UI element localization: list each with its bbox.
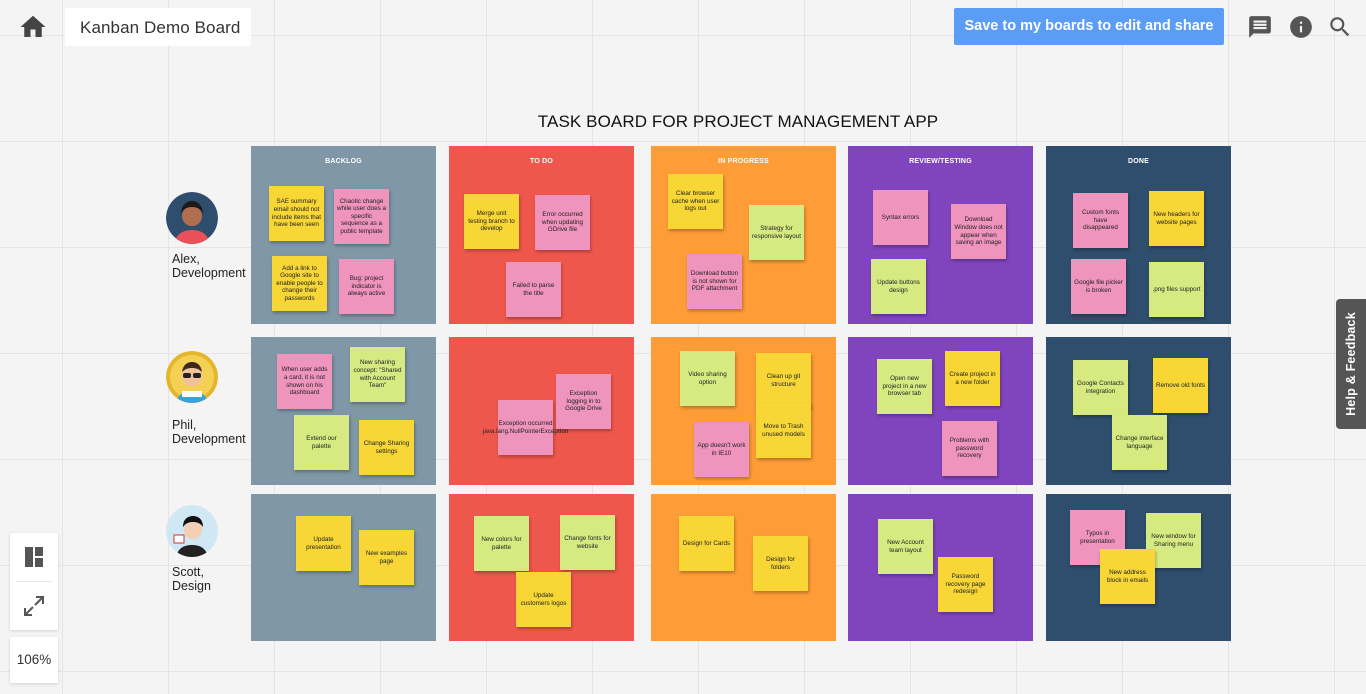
sticky-note[interactable]: Update buttons design bbox=[871, 259, 926, 314]
column-header: IN PROGRESS bbox=[718, 158, 769, 165]
sticky-note[interactable]: Update presentation bbox=[296, 516, 351, 571]
row-role: Development bbox=[172, 432, 246, 446]
sticky-note[interactable]: When user adds a card, it is not shown o… bbox=[277, 354, 332, 409]
sticky-note[interactable]: Error occurred when updating GDrive file bbox=[535, 195, 590, 250]
sticky-note[interactable]: App doesn't work in IE10 bbox=[694, 422, 749, 477]
sticky-note[interactable]: Problems with password recovery bbox=[942, 421, 997, 476]
sticky-note[interactable]: Clean up git structure bbox=[756, 353, 811, 408]
sticky-note[interactable]: New Account team layout bbox=[878, 519, 933, 574]
help-feedback-tab[interactable]: Help & Feedback bbox=[1336, 299, 1366, 429]
info-button[interactable] bbox=[1288, 14, 1314, 40]
board-name-field[interactable]: Kanban Demo Board bbox=[65, 8, 251, 46]
layout-button[interactable] bbox=[10, 533, 58, 581]
board-heading: TASK BOARD FOR PROJECT MANAGEMENT APP bbox=[537, 112, 939, 131]
sticky-note[interactable]: Clear browser cache when user logs out bbox=[668, 174, 723, 229]
cell-to-do-row-2: New colors for palette Change fonts for w… bbox=[449, 494, 634, 641]
sticky-note[interactable]: New sharing concept: "Shared with Accoun… bbox=[350, 347, 405, 402]
sticky-note[interactable]: Move to Trash unused models bbox=[756, 403, 811, 458]
cell-done-row-2: Typos in presentation New window for Shar… bbox=[1046, 494, 1231, 641]
sticky-note[interactable]: Syntax errors bbox=[873, 190, 928, 245]
sticky-note[interactable]: Extend our palette bbox=[294, 415, 349, 470]
sticky-note[interactable]: Video sharing option bbox=[680, 351, 735, 406]
cell-backlog-row-1: When user adds a card, it is not shown o… bbox=[251, 337, 436, 485]
sticky-note[interactable]: Change fonts for website bbox=[560, 515, 615, 570]
cell-backlog-row-0: BACKLOG SAE summary email should not incl… bbox=[251, 146, 436, 324]
sticky-note[interactable]: SAE summary email should not include ite… bbox=[269, 186, 324, 241]
sticky-note[interactable]: New colors for palette bbox=[474, 516, 529, 571]
comment-icon bbox=[1249, 16, 1271, 38]
row-name: Alex, bbox=[172, 252, 200, 266]
cell-to-do-row-0: TO DO Merge unit testing branch to develo… bbox=[449, 146, 634, 324]
home-button[interactable] bbox=[18, 12, 48, 42]
home-icon bbox=[20, 15, 46, 37]
sticky-note[interactable]: Create project in a new folder bbox=[945, 351, 1000, 406]
sticky-note[interactable]: Failed to parse the title bbox=[506, 262, 561, 317]
info-icon bbox=[1290, 16, 1312, 38]
sticky-note[interactable]: Remove old fonts bbox=[1153, 358, 1208, 413]
sticky-note[interactable]: Design for folders bbox=[753, 536, 808, 591]
sticky-note[interactable]: Strategy for responsive layout bbox=[749, 205, 804, 260]
row-name: Phil, bbox=[172, 418, 197, 432]
view-toolbar bbox=[10, 533, 58, 630]
sticky-note[interactable]: Chaotic change while user does a specifi… bbox=[334, 189, 389, 244]
sticky-note[interactable]: New examples page bbox=[359, 530, 414, 585]
fit-to-screen-button[interactable] bbox=[10, 582, 58, 630]
cell-in-progress-row-1: Video sharing option Clean up git structu… bbox=[651, 337, 836, 485]
sticky-note[interactable]: Bug: project indicator is always active bbox=[339, 259, 394, 314]
sticky-note[interactable]: Change interface language bbox=[1112, 415, 1167, 470]
sticky-note[interactable]: Change Sharing settings bbox=[359, 420, 414, 475]
row-role: Development bbox=[172, 266, 246, 280]
avatar-scott bbox=[166, 505, 218, 557]
sticky-note[interactable]: Password recovery page redesign bbox=[938, 557, 993, 612]
sticky-note[interactable]: Merge unit testing branch to develop bbox=[464, 194, 519, 249]
avatar-phil bbox=[166, 351, 218, 403]
layout-icon bbox=[25, 547, 43, 567]
row-role: Design bbox=[172, 579, 211, 593]
sticky-note[interactable]: Open new project in a new browser tab bbox=[877, 359, 932, 414]
sticky-note[interactable]: Download Window does not appear when sav… bbox=[951, 204, 1006, 259]
column-header: DONE bbox=[1127, 158, 1150, 165]
cell-in-progress-row-0: IN PROGRESS Clear browser cache when user… bbox=[651, 146, 836, 324]
sticky-note[interactable]: Exception occurred java.lang.NullPointer… bbox=[483, 400, 568, 455]
cell-review-testing-row-1: Open new project in a new browser tab Cre… bbox=[848, 337, 1033, 485]
cell-backlog-row-2: Update presentation New examples page bbox=[251, 494, 436, 641]
sticky-note[interactable]: New address block in emails bbox=[1100, 549, 1155, 604]
sticky-note[interactable]: Custom fonts have disappeared bbox=[1073, 193, 1128, 248]
zoom-level[interactable]: 106% bbox=[10, 637, 58, 683]
search-button[interactable] bbox=[1327, 14, 1353, 40]
row-name: Scott, bbox=[172, 565, 204, 579]
column-header: TO DO bbox=[529, 158, 554, 165]
sticky-note[interactable]: Design for Cards bbox=[679, 516, 734, 571]
cell-done-row-0: DONE Custom fonts have disappeared New hea… bbox=[1046, 146, 1231, 324]
help-feedback-label: Help & Feedback bbox=[1344, 312, 1358, 416]
row-label-scott: Scott, Design bbox=[172, 565, 211, 593]
column-header: BACKLOG bbox=[325, 158, 362, 165]
fullscreen-icon bbox=[24, 596, 44, 616]
row-label-phil: Phil, Development bbox=[172, 418, 246, 446]
search-icon bbox=[1330, 17, 1350, 37]
cell-in-progress-row-2: Design for Cards Design for folders bbox=[651, 494, 836, 641]
sticky-note[interactable]: Google Contacts integration bbox=[1073, 360, 1128, 415]
column-header: REVIEW/TESTING bbox=[909, 158, 972, 165]
comments-button[interactable] bbox=[1247, 14, 1273, 40]
sticky-note[interactable]: New headers for website pages bbox=[1149, 191, 1204, 246]
sticky-note[interactable]: Update customers logos bbox=[516, 572, 571, 627]
sticky-note[interactable]: .png files support bbox=[1149, 262, 1204, 317]
cell-review-testing-row-2: New Account team layout Password recovery… bbox=[848, 494, 1033, 641]
cell-done-row-1: Google Contacts integration Remove old fo… bbox=[1046, 337, 1231, 485]
save-to-my-boards-button[interactable]: Save to my boards to edit and share bbox=[954, 8, 1224, 45]
sticky-note[interactable]: Google file picker is broken bbox=[1071, 259, 1126, 314]
row-label-alex: Alex, Development bbox=[172, 252, 246, 280]
cell-review-testing-row-0: REVIEW/TESTING Syntax errors Download Wind… bbox=[848, 146, 1033, 324]
sticky-note[interactable]: Download button is not shown for PDF att… bbox=[687, 254, 742, 309]
cell-to-do-row-1: Exception logging in to Google Drive Exce… bbox=[449, 337, 634, 485]
sticky-note[interactable]: Add a link to Google site to enable peop… bbox=[272, 256, 327, 311]
avatar-alex bbox=[166, 192, 218, 244]
